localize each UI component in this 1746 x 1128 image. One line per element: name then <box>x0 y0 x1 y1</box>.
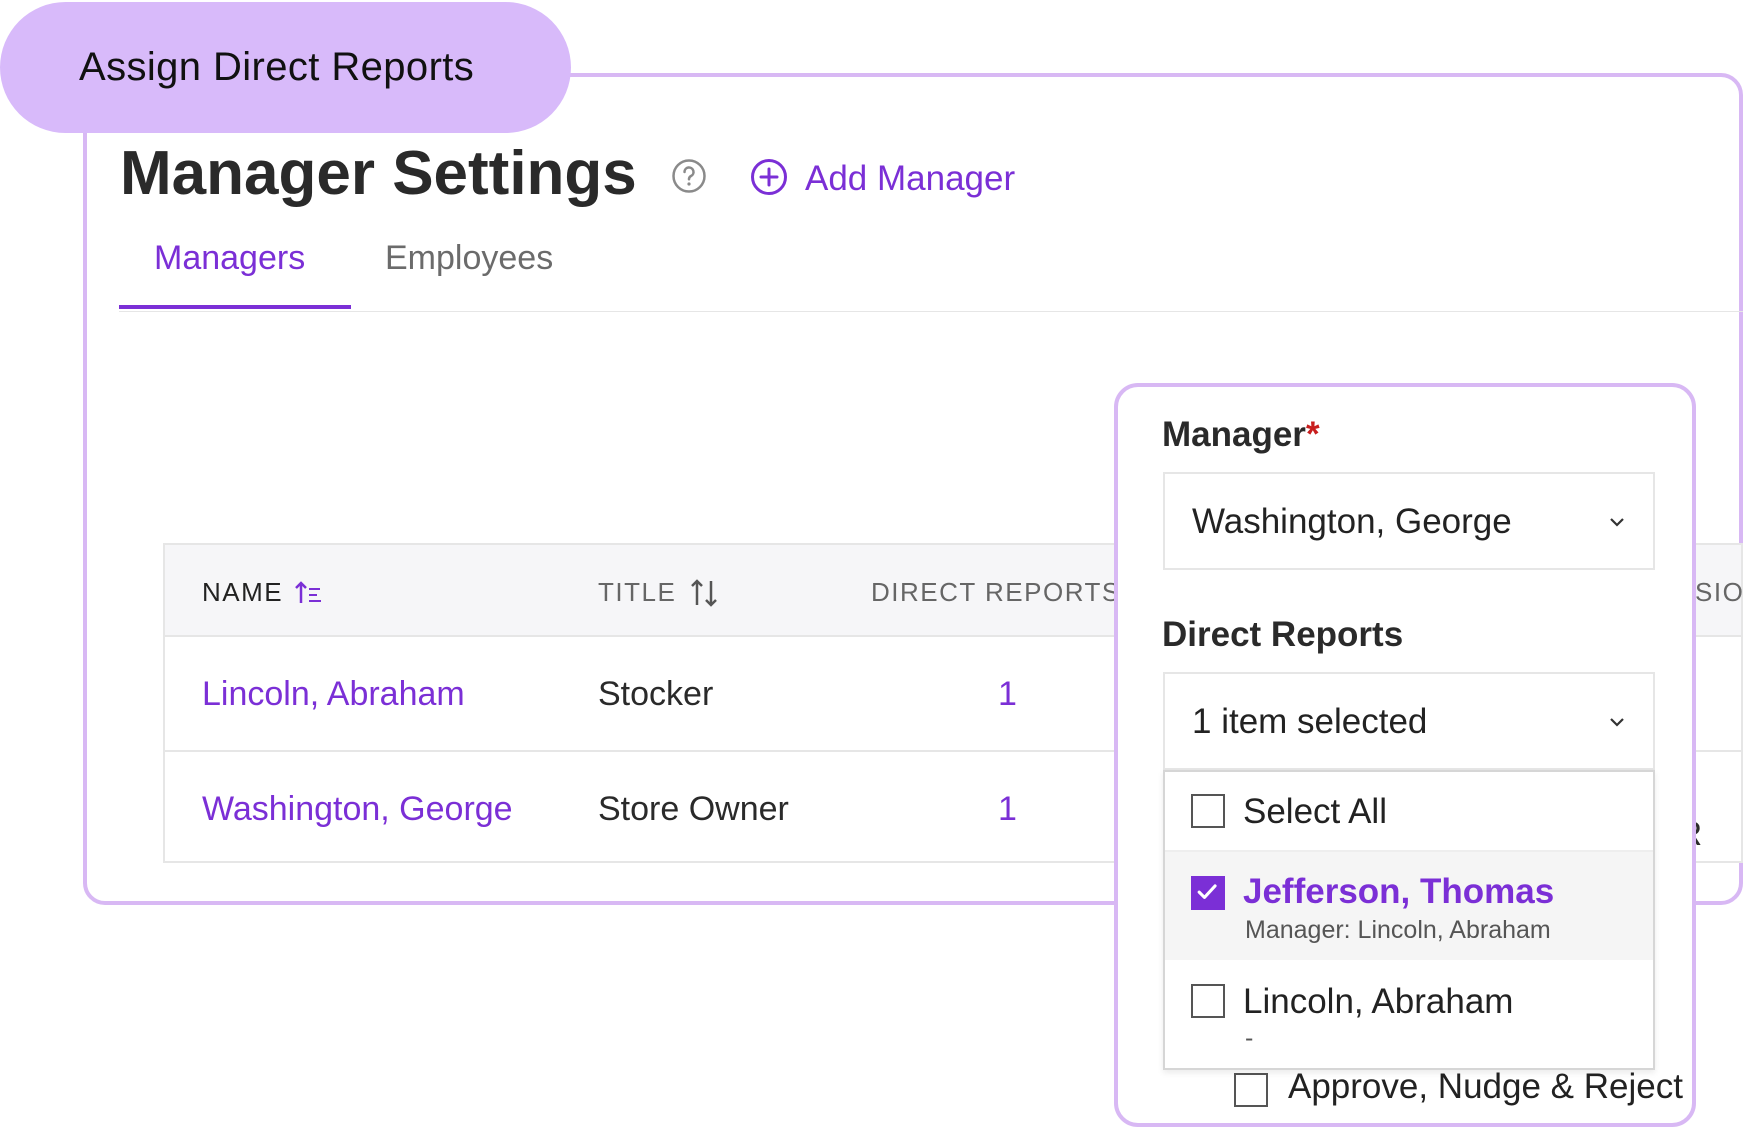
active-tab-indicator <box>119 305 351 309</box>
permission-checkbox[interactable] <box>1234 1073 1268 1107</box>
option-label: Lincoln, Abraham <box>1243 982 1514 1021</box>
checkbox[interactable] <box>1191 794 1225 828</box>
option-lincoln-abraham[interactable]: Lincoln, Abraham - <box>1165 962 1653 1070</box>
sort-icon[interactable] <box>688 577 720 609</box>
assign-direct-reports-banner: Assign Direct Reports <box>0 2 571 133</box>
required-mark: * <box>1305 415 1320 454</box>
checkbox[interactable] <box>1191 984 1225 1018</box>
checkbox-checked[interactable] <box>1191 876 1225 910</box>
option-sublabel: - <box>1245 1024 1254 1052</box>
column-header-name[interactable]: NAME <box>202 577 283 608</box>
assign-direct-reports-panel: Manager* Washington, George Direct Repor… <box>1114 383 1696 1127</box>
tab-employees[interactable]: Employees <box>385 239 553 278</box>
column-header-permission[interactable]: SION <box>1695 577 1746 608</box>
banner-label: Assign Direct Reports <box>79 45 475 89</box>
chevron-down-icon <box>1610 718 1624 727</box>
direct-reports-count[interactable]: 1 <box>998 675 1017 714</box>
manager-select-value: Washington, George <box>1192 502 1512 541</box>
manager-name-link[interactable]: Lincoln, Abraham <box>202 675 465 714</box>
page-title: Manager Settings <box>120 139 637 208</box>
option-label: Jefferson, Thomas <box>1243 872 1555 911</box>
question-circle-icon[interactable] <box>671 158 707 194</box>
manager-title: Store Owner <box>598 790 789 828</box>
option-select-all[interactable]: Select All <box>1165 772 1653 852</box>
tab-managers[interactable]: Managers <box>154 239 305 278</box>
option-jefferson-thomas[interactable]: Jefferson, Thomas Manager: Lincoln, Abra… <box>1165 852 1653 960</box>
direct-reports-select[interactable]: 1 item selected <box>1163 672 1655 770</box>
manager-name-link[interactable]: Washington, George <box>202 790 513 829</box>
option-label: Select All <box>1243 792 1387 831</box>
manager-select[interactable]: Washington, George <box>1163 472 1655 570</box>
manager-label-text: Manager <box>1162 415 1306 454</box>
direct-reports-count[interactable]: 1 <box>998 790 1017 829</box>
tabs-divider <box>119 311 1743 312</box>
manager-field-label: Manager* <box>1162 415 1320 455</box>
option-sublabel: Manager: Lincoln, Abraham <box>1245 916 1551 944</box>
sort-ascending-icon[interactable] <box>294 579 322 607</box>
column-header-direct-reports[interactable]: DIRECT REPORTS <box>871 577 1121 608</box>
chevron-down-icon <box>1610 518 1624 527</box>
permission-label: Approve, Nudge & Reject <box>1288 1067 1683 1106</box>
direct-reports-field-label: Direct Reports <box>1162 615 1404 654</box>
checkmark-icon <box>1197 884 1217 899</box>
column-header-title[interactable]: TITLE <box>598 577 676 608</box>
add-manager-button[interactable]: Add Manager <box>805 159 1015 199</box>
plus-circle-icon[interactable] <box>750 158 788 196</box>
manager-title: Stocker <box>598 675 714 713</box>
direct-reports-dropdown: Select All Jefferson, Thomas Manager: Li… <box>1163 770 1655 1070</box>
direct-reports-select-value: 1 item selected <box>1192 702 1428 741</box>
